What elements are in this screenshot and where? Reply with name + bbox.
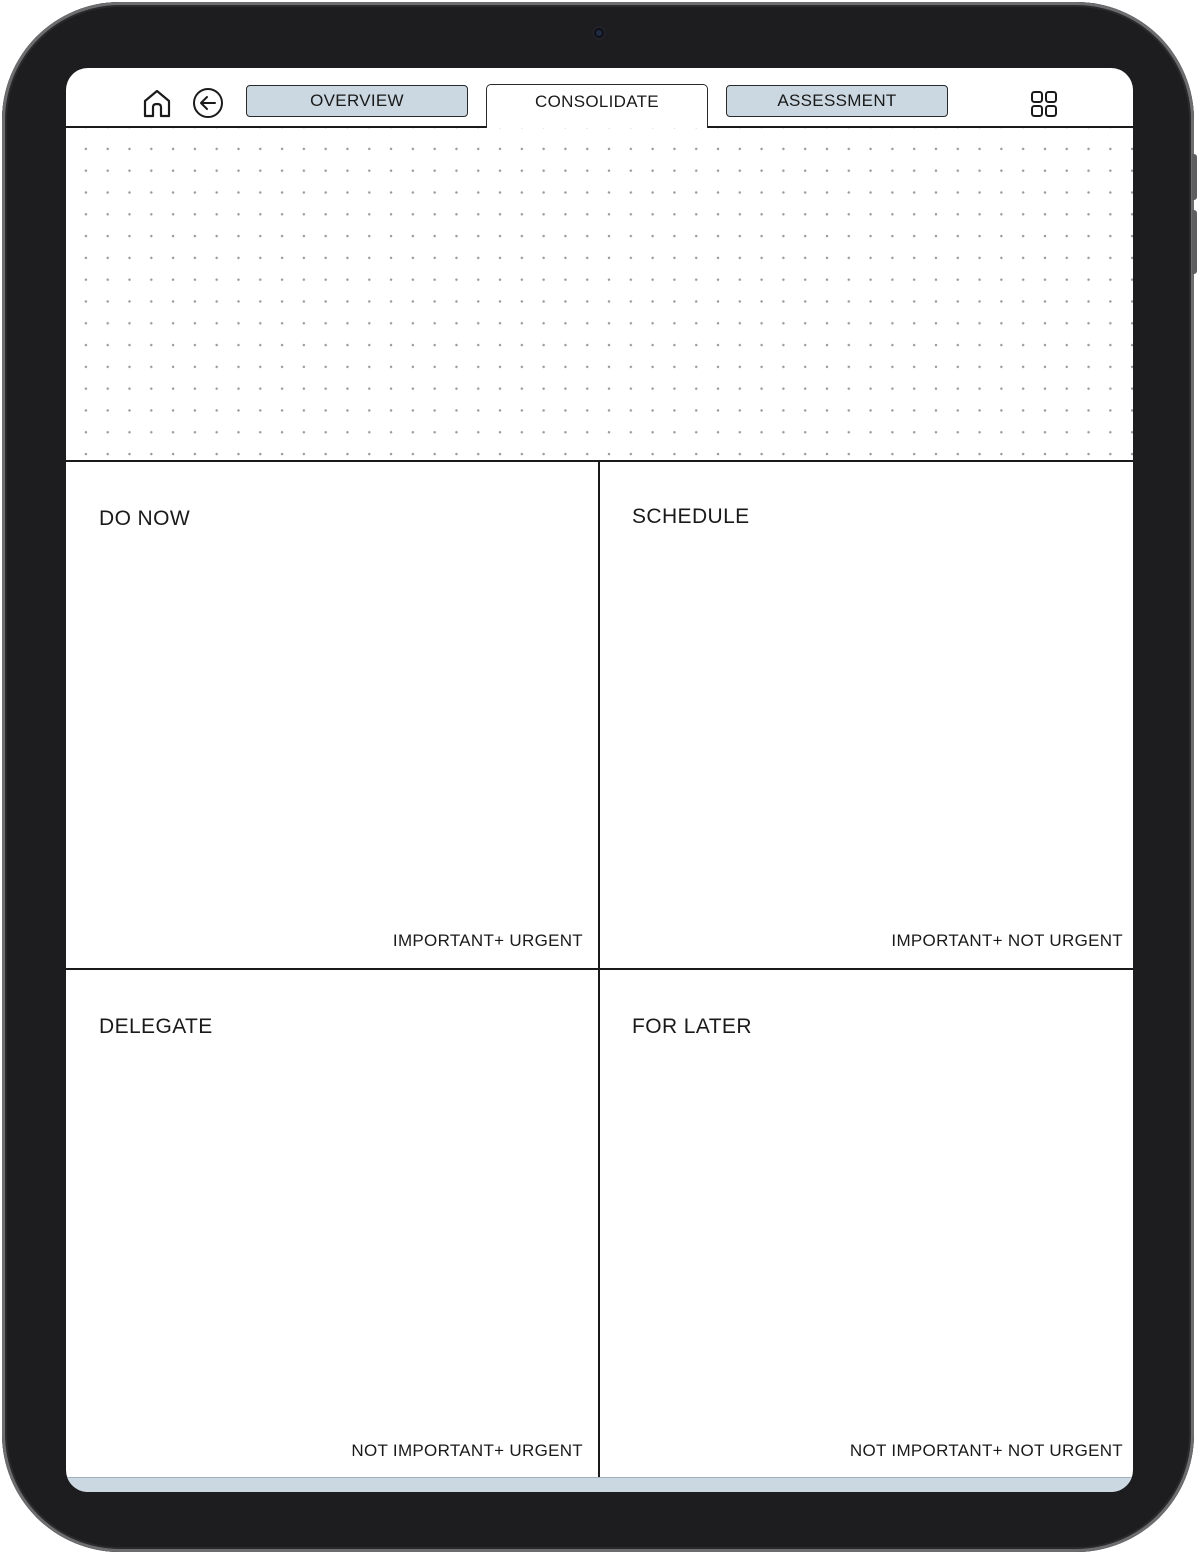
quadrant-subtitle: NOT IMPORTANT+ NOT URGENT — [849, 1441, 1123, 1460]
quadrant-subtitle: NOT IMPORTANT+ URGENT — [351, 1441, 583, 1460]
quadrant-title: DELEGATE — [99, 1015, 213, 1038]
top-navigation-bar: OVERVIEW CONSOLIDATE ASSESSMENT — [66, 68, 1133, 128]
front-camera — [592, 26, 606, 40]
quadrant-for-later[interactable]: FOR LATER NOT IMPORTANT+ NOT URGENT — [600, 970, 1133, 1477]
screen: OVERVIEW CONSOLIDATE ASSESSMENT DO NOW I… — [66, 68, 1133, 1492]
tab-assessment[interactable]: ASSESSMENT — [726, 85, 948, 117]
quadrant-schedule[interactable]: SCHEDULE IMPORTANT+ NOT URGENT — [600, 462, 1133, 968]
quadrant-title: SCHEDULE — [632, 505, 750, 528]
quadrant-delegate[interactable]: DELEGATE NOT IMPORTANT+ URGENT — [66, 970, 598, 1477]
quadrant-title: FOR LATER — [632, 1015, 752, 1038]
tab-consolidate[interactable]: CONSOLIDATE — [486, 84, 708, 128]
quadrant-subtitle: IMPORTANT+ URGENT — [392, 931, 583, 950]
home-icon[interactable] — [140, 86, 174, 120]
back-arrow-icon[interactable] — [192, 87, 224, 119]
quadrant-do-now[interactable]: DO NOW IMPORTANT+ URGENT — [66, 462, 598, 968]
quadrant-subtitle: IMPORTANT+ NOT URGENT — [891, 931, 1123, 950]
volume-down-button — [1192, 210, 1197, 274]
grid-menu-icon[interactable] — [1028, 88, 1060, 120]
tablet-frame: OVERVIEW CONSOLIDATE ASSESSMENT DO NOW I… — [2, 2, 1197, 1552]
bottom-strip — [66, 1477, 1133, 1492]
dot-grid-notes-area[interactable] — [66, 128, 1133, 461]
volume-up-button — [1192, 154, 1197, 200]
tab-overview[interactable]: OVERVIEW — [246, 85, 468, 117]
quadrant-title: DO NOW — [99, 507, 191, 530]
